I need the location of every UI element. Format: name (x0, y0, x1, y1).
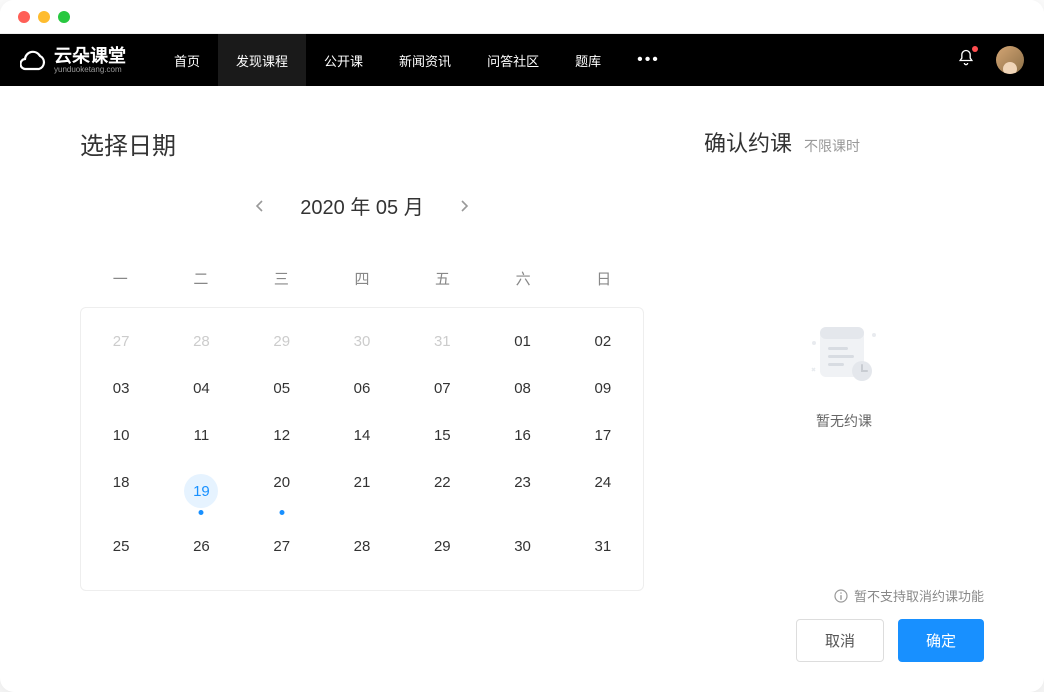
calendar-day[interactable]: 25 (81, 523, 161, 570)
calendar-day[interactable]: 26 (161, 523, 241, 570)
notification-dot (972, 46, 978, 52)
prev-month-button[interactable] (250, 196, 270, 216)
calendar-period: 2020 年 05 月 (300, 191, 423, 220)
calendar-day[interactable]: 28 (322, 523, 402, 570)
nav-item[interactable]: 首页 (156, 34, 218, 86)
calendar-day[interactable]: 05 (242, 365, 322, 412)
calendar-day[interactable]: 08 (482, 365, 562, 412)
calendar-day[interactable]: 16 (482, 412, 562, 459)
calendar-day[interactable]: 17 (563, 412, 643, 459)
calendar-day[interactable]: 02 (563, 318, 643, 365)
calendar-day[interactable]: 07 (402, 365, 482, 412)
next-month-button[interactable] (454, 196, 474, 216)
action-buttons: 取消 确定 (704, 619, 984, 662)
calendar-grid: 2728293031010203040506070809101112141516… (80, 307, 644, 591)
top-nav: 云朵课堂 yunduoketang.com 首页发现课程公开课新闻资讯问答社区题… (0, 34, 1044, 86)
calendar-day[interactable]: 31 (402, 318, 482, 365)
nav-item[interactable]: 公开课 (306, 34, 381, 86)
calendar-day[interactable]: 22 (402, 459, 482, 523)
maximize-window-button[interactable] (58, 11, 70, 23)
calendar-day[interactable]: 06 (322, 365, 402, 412)
logo-text: 云朵课堂 (54, 47, 126, 65)
user-avatar[interactable] (996, 46, 1024, 74)
calendar-day[interactable]: 27 (242, 523, 322, 570)
weekday-label: 三 (241, 250, 322, 307)
select-date-title: 选择日期 (80, 126, 644, 161)
calendar-day[interactable]: 27 (81, 318, 161, 365)
calendar-day[interactable]: 15 (402, 412, 482, 459)
footer-note: 暂不支持取消约课功能 (704, 586, 984, 605)
weekday-label: 四 (322, 250, 403, 307)
nav-item[interactable]: 新闻资讯 (381, 34, 469, 86)
nav-items: 首页发现课程公开课新闻资讯问答社区题库 (156, 34, 619, 86)
calendar-day[interactable]: 18 (81, 459, 161, 523)
calendar-day[interactable]: 30 (482, 523, 562, 570)
close-window-button[interactable] (18, 11, 30, 23)
main-content: 选择日期 2020 年 05 月 一二三四五六日 272829303101020… (0, 86, 1044, 692)
logo[interactable]: 云朵课堂 yunduoketang.com (20, 46, 126, 74)
nav-more[interactable]: ••• (619, 51, 678, 69)
calendar-day[interactable]: 29 (242, 318, 322, 365)
minimize-window-button[interactable] (38, 11, 50, 23)
calendar-day[interactable]: 28 (161, 318, 241, 365)
calendar-weekdays: 一二三四五六日 (80, 250, 644, 307)
info-icon (834, 589, 848, 603)
calendar-day[interactable]: 14 (322, 412, 402, 459)
app-window: 云朵课堂 yunduoketang.com 首页发现课程公开课新闻资讯问答社区题… (0, 0, 1044, 692)
calendar-day[interactable]: 31 (563, 523, 643, 570)
empty-state: 暂无约课 (704, 158, 984, 586)
weekday-label: 一 (80, 250, 161, 307)
logo-sub: yunduoketang.com (54, 65, 126, 74)
calendar-day[interactable]: 23 (482, 459, 562, 523)
cloud-logo-icon (20, 46, 48, 74)
calendar-header: 2020 年 05 月 (80, 191, 644, 220)
cancel-button[interactable]: 取消 (796, 619, 884, 662)
weekday-label: 日 (563, 250, 644, 307)
empty-text: 暂无约课 (816, 411, 872, 431)
calendar-day[interactable]: 20 (242, 459, 322, 523)
notifications-button[interactable] (956, 48, 976, 73)
confirm-subtitle: 不限课时 (804, 136, 860, 156)
calendar-day[interactable]: 24 (563, 459, 643, 523)
calendar-day[interactable]: 11 (161, 412, 241, 459)
window-titlebar (0, 0, 1044, 34)
calendar-day[interactable]: 30 (322, 318, 402, 365)
calendar-day[interactable]: 09 (563, 365, 643, 412)
calendar-day[interactable]: 03 (81, 365, 161, 412)
weekday-label: 二 (161, 250, 242, 307)
confirm-title: 确认约课 (704, 126, 792, 158)
event-dot (279, 510, 284, 515)
calendar-day[interactable]: 19 (161, 459, 241, 523)
event-dot (199, 510, 204, 515)
calendar-day[interactable]: 21 (322, 459, 402, 523)
calendar-day[interactable]: 04 (161, 365, 241, 412)
chevron-right-icon (458, 200, 470, 212)
chevron-left-icon (254, 200, 266, 212)
calendar-day[interactable]: 12 (242, 412, 322, 459)
confirm-button[interactable]: 确定 (898, 619, 984, 662)
date-pane: 选择日期 2020 年 05 月 一二三四五六日 272829303101020… (80, 126, 644, 662)
nav-item[interactable]: 发现课程 (218, 34, 306, 86)
calendar-empty-icon (804, 313, 884, 393)
weekday-label: 五 (402, 250, 483, 307)
calendar-day[interactable]: 29 (402, 523, 482, 570)
calendar-day[interactable]: 01 (482, 318, 562, 365)
nav-item[interactable]: 问答社区 (469, 34, 557, 86)
calendar-day[interactable]: 10 (81, 412, 161, 459)
confirm-pane: 确认约课 不限课时 (704, 126, 984, 662)
weekday-label: 六 (483, 250, 564, 307)
nav-item[interactable]: 题库 (557, 34, 619, 86)
